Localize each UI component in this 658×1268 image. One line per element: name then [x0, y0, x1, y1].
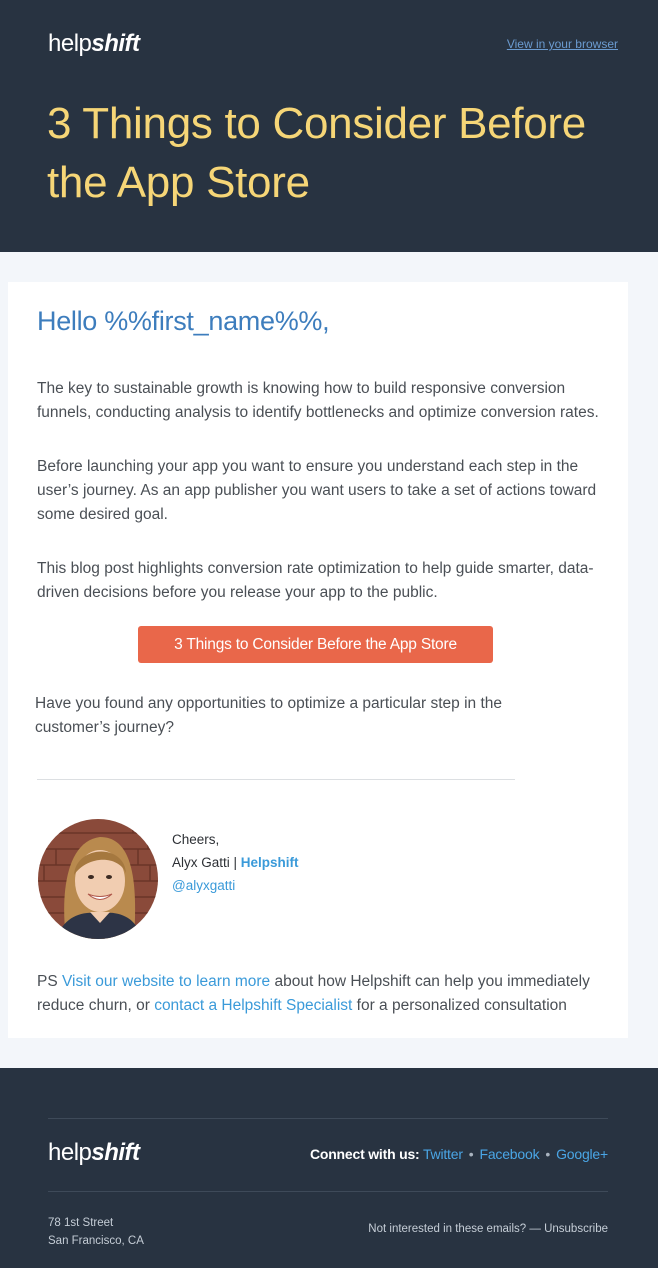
facebook-link[interactable]: Facebook: [479, 1146, 539, 1162]
ps-suffix: for a personalized consultation: [352, 997, 567, 1014]
helpshift-logo[interactable]: helpshift: [48, 32, 140, 56]
visit-website-link[interactable]: Visit our website to learn more: [62, 973, 270, 990]
twitter-link[interactable]: Twitter: [423, 1146, 463, 1162]
signature-name-line: Alyx Gatti | Helpshift: [172, 854, 299, 872]
social-separator: •: [545, 1146, 551, 1162]
unsubscribe-line: Not interested in these emails? — Unsubs…: [368, 1223, 608, 1235]
email-footer: helpshift Connect with us: Twitter • Faceb…: [0, 1068, 658, 1268]
unsubscribe-link[interactable]: Unsubscribe: [544, 1223, 608, 1235]
paragraph-growth: The key to sustainable growth is knowing…: [37, 380, 599, 421]
connect-with-us: Connect with us: Twitter • Facebook • Google…: [310, 1146, 608, 1162]
author-photo-icon: [38, 819, 158, 939]
address-line-2: San Francisco, CA: [48, 1235, 144, 1247]
company-link[interactable]: Helpshift: [241, 855, 299, 870]
google-plus-link[interactable]: Google+: [556, 1146, 608, 1162]
page-title: 3 Things to Consider Before the App Stor…: [47, 99, 586, 207]
footer-divider-top: [48, 1118, 608, 1119]
twitter-handle-line: @alyxgatti: [172, 877, 235, 895]
signature-closing: Cheers,: [172, 832, 220, 847]
signature-separator: |: [229, 855, 241, 870]
greeting-heading: Hello %%first_name%%,: [37, 306, 330, 336]
social-separator: •: [468, 1146, 474, 1162]
paragraph-question: Have you found any opportunities to opti…: [35, 695, 502, 736]
read-article-button[interactable]: 3 Things to Consider Before the App Stor…: [138, 626, 493, 663]
unsubscribe-prefix: Not interested in these emails? —: [368, 1223, 545, 1235]
address-line-1: 78 1st Street: [48, 1217, 114, 1229]
contact-specialist-link[interactable]: contact a Helpshift Specialist: [154, 997, 352, 1014]
ps-prefix: PS: [37, 973, 62, 990]
footer-helpshift-logo[interactable]: helpshift: [48, 1141, 140, 1165]
divider: [37, 779, 515, 780]
paragraph-journey: Before launching your app you want to en…: [37, 458, 597, 523]
email-header: helpshift View in your browser 3 Things …: [0, 0, 658, 252]
view-in-browser-link[interactable]: View in your browser: [507, 37, 618, 51]
avatar: [38, 819, 158, 939]
twitter-handle-link[interactable]: @alyxgatti: [172, 878, 235, 893]
connect-label: Connect with us:: [309, 1146, 420, 1162]
email-body-card: Hello %%first_name%%, The key to sustain…: [8, 282, 628, 1038]
signature-name: Alyx Gatti: [172, 855, 230, 870]
company-address: 78 1st Street San Francisco, CA: [48, 1214, 144, 1250]
footer-divider-bottom: [48, 1191, 608, 1192]
postscript: PS Visit our website to learn more about…: [37, 970, 622, 1018]
paragraph-blog-post: This blog post highlights conversion rat…: [37, 560, 594, 601]
